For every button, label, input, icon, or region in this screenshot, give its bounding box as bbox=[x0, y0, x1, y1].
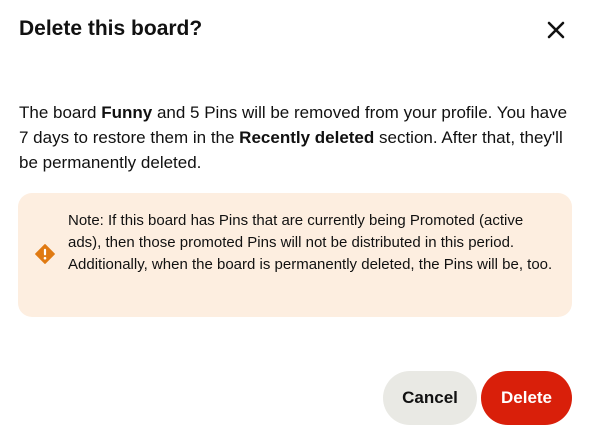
dialog-title: Delete this board? bbox=[19, 17, 203, 40]
dialog-message: The board Funny and 5 Pins will be remov… bbox=[19, 100, 579, 175]
message-text-1: The board bbox=[19, 103, 102, 122]
delete-board-dialog: Delete this board? The board Funny and 5… bbox=[0, 0, 593, 436]
note-text: Note: If this board has Pins that are cu… bbox=[68, 212, 553, 273]
board-name: Funny bbox=[101, 103, 153, 122]
recently-deleted-section-name: Recently deleted bbox=[239, 128, 375, 147]
close-icon bbox=[547, 21, 565, 39]
cancel-button[interactable]: Cancel bbox=[383, 371, 477, 425]
warning-icon bbox=[35, 244, 55, 264]
delete-button[interactable]: Delete bbox=[481, 371, 572, 425]
promoted-pins-note: Note: If this board has Pins that are cu… bbox=[18, 193, 572, 317]
close-button[interactable] bbox=[538, 12, 574, 48]
